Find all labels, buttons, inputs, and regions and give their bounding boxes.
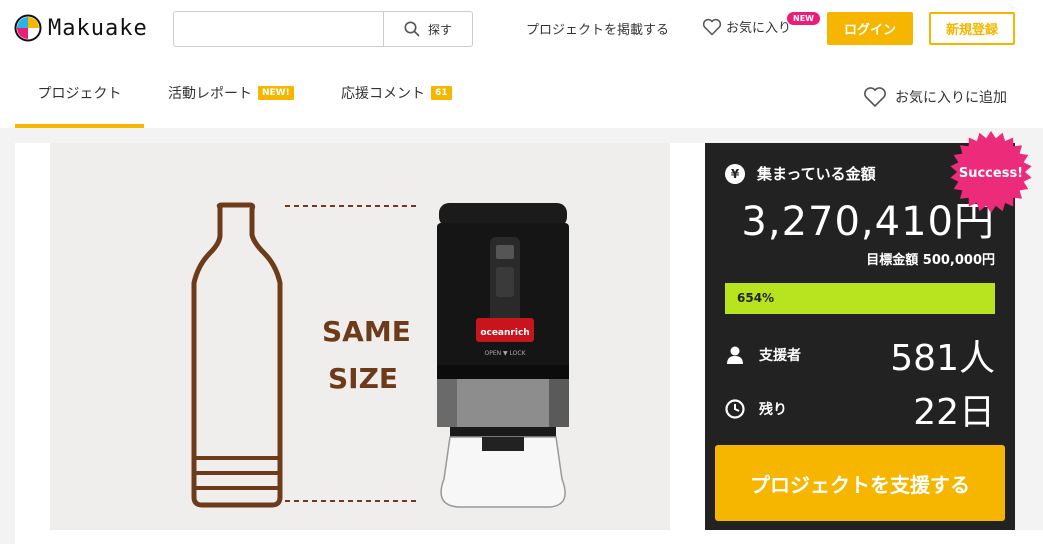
goal-value: 500,000円 bbox=[922, 253, 995, 268]
post-project-link[interactable]: プロジェクトを掲載する bbox=[526, 19, 669, 38]
lock-text: OPEN ▼ LOCK bbox=[484, 350, 526, 357]
brand-text: oceanrich bbox=[480, 328, 529, 338]
tab-comments-label: 応援コメント bbox=[341, 86, 425, 102]
raised-label-row: ¥ 集まっている金額 bbox=[725, 163, 876, 184]
favorites-link[interactable]: お気に入り bbox=[702, 17, 791, 36]
signup-button[interactable]: 新規登録 bbox=[929, 12, 1015, 45]
success-badge-text: Success! bbox=[959, 166, 1023, 181]
product-illustration: SAME SIZE oceanrich OPEN ▼ LOCK bbox=[50, 143, 670, 530]
supporters-row: 支援者 581人 bbox=[725, 335, 995, 379]
progress-text: 654% bbox=[737, 291, 775, 305]
logo-text: Makuake bbox=[48, 15, 148, 41]
bottom-strip bbox=[15, 530, 1043, 544]
search-icon bbox=[404, 21, 420, 37]
logo[interactable]: Makuake bbox=[14, 14, 148, 42]
heart-icon bbox=[702, 18, 722, 36]
tab-activity-report[interactable]: 活動レポート NEW! bbox=[168, 58, 294, 128]
progress-bar: 654% bbox=[725, 283, 995, 314]
activity-new-badge: NEW! bbox=[258, 86, 294, 100]
clock-icon bbox=[725, 399, 745, 419]
raised-label: 集まっている金額 bbox=[757, 165, 876, 183]
search-button-label: 探す bbox=[427, 22, 452, 37]
yen-icon: ¥ bbox=[725, 163, 745, 184]
add-to-favorites-button[interactable]: お気に入りに追加 bbox=[863, 86, 1007, 108]
login-button[interactable]: ログイン bbox=[827, 12, 913, 45]
tab-activity-report-label: 活動レポート bbox=[168, 86, 252, 102]
favorites-new-badge: NEW bbox=[787, 12, 820, 25]
remaining-value: 22日 bbox=[913, 392, 995, 433]
goal-label: 目標金額 bbox=[866, 253, 919, 268]
add-to-favorites-label: お気に入りに追加 bbox=[895, 90, 1007, 106]
comments-count-badge: 61 bbox=[431, 86, 452, 100]
goal-amount: 目標金額 500,000円 bbox=[866, 249, 995, 268]
project-main-image[interactable]: SAME SIZE oceanrich OPEN ▼ LOCK bbox=[15, 143, 705, 530]
remaining-row: 残り 22日 bbox=[725, 389, 995, 433]
heart-icon bbox=[864, 87, 886, 108]
top-header: Makuake 探す プロジェクトを掲載する お気に入り NEW ログイン 新規… bbox=[0, 0, 1043, 58]
search-button[interactable]: 探す bbox=[383, 12, 472, 46]
same-text: SAME bbox=[322, 315, 411, 348]
tab-project-label: プロジェクト bbox=[37, 86, 122, 102]
size-text: SIZE bbox=[328, 362, 398, 395]
support-project-button[interactable]: プロジェクトを支援する bbox=[715, 445, 1005, 521]
makuake-logo-icon bbox=[14, 14, 42, 42]
favorites-label: お気に入り bbox=[726, 21, 792, 36]
grinder-product: oceanrich OPEN ▼ LOCK bbox=[437, 203, 569, 508]
tab-comments[interactable]: 応援コメント 61 bbox=[341, 58, 452, 128]
remaining-label: 残り bbox=[759, 402, 787, 418]
search-bar: 探す bbox=[173, 11, 473, 47]
supporters-label: 支援者 bbox=[759, 348, 801, 364]
person-icon bbox=[727, 346, 743, 364]
search-input[interactable] bbox=[174, 12, 383, 46]
tab-project[interactable]: プロジェクト bbox=[15, 58, 144, 128]
success-badge: Success! bbox=[950, 131, 1032, 213]
supporters-value: 581人 bbox=[890, 338, 995, 379]
